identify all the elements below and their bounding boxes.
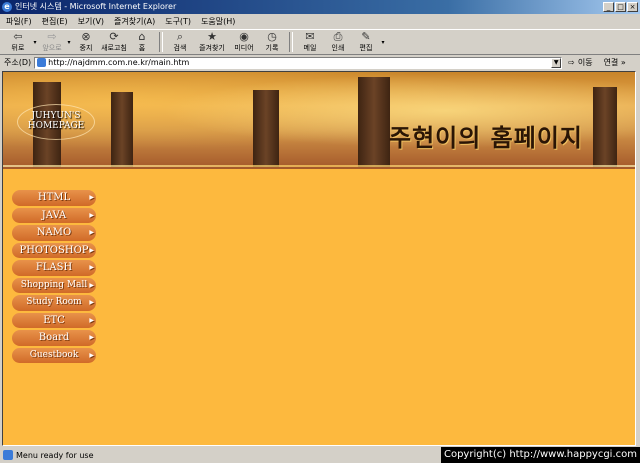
mail-button[interactable]: ✉ 메일 xyxy=(296,30,324,54)
nav-html[interactable]: HTML ▶ xyxy=(12,190,96,206)
edit-icon: ✎ xyxy=(361,30,371,43)
arrow-right-icon: ▶ xyxy=(89,334,94,341)
nav-namo[interactable]: NAMO ▶ xyxy=(12,225,96,241)
page-content: JUHYUN'S HOMEPAGE 주현이의 홈페이지 HTML ▶ JAVA ▶ … xyxy=(2,71,636,446)
maximize-button[interactable]: □ xyxy=(615,2,626,12)
address-input[interactable] xyxy=(48,57,549,68)
nav-java[interactable]: JAVA ▶ xyxy=(12,207,96,223)
address-box: ▼ xyxy=(34,56,563,69)
toolbar-divider xyxy=(159,32,163,52)
toolbar-divider xyxy=(289,32,293,52)
address-bar: 주소(D) ▼ ⇨ 이동 연결 » xyxy=(0,55,640,70)
menu-bar: 파일(F) 편집(E) 보기(V) 즐겨찾기(A) 도구(T) 도움말(H) xyxy=(0,14,640,28)
search-button[interactable]: ⌕ 검색 xyxy=(166,30,194,54)
nav-guestbook[interactable]: Guestbook ▶ xyxy=(12,347,96,363)
links-button[interactable]: 연결 » xyxy=(604,57,626,68)
forward-button[interactable]: ⇨ 앞으로 xyxy=(38,30,66,54)
menu-favorites[interactable]: 즐겨찾기(A) xyxy=(114,16,155,27)
nav-study-room[interactable]: Study Room ▶ xyxy=(12,295,96,311)
nav-menu: HTML ▶ JAVA ▶ NAMO ▶ PHOTOSHOP ▶ FLASH ▶ Shop… xyxy=(12,190,96,363)
arrow-right-icon: ▶ xyxy=(89,229,94,236)
menu-help[interactable]: 도움말(H) xyxy=(201,16,235,27)
menu-tools[interactable]: 도구(T) xyxy=(165,16,191,27)
forward-arrow-icon: ⇨ xyxy=(47,30,57,43)
edit-button[interactable]: ✎ 편집 xyxy=(352,30,380,54)
mail-icon: ✉ xyxy=(305,30,315,43)
refresh-button[interactable]: ⟳ 새로고침 xyxy=(100,30,128,54)
tree-trunk xyxy=(593,87,617,167)
arrow-right-icon: ▶ xyxy=(89,264,94,271)
favorites-button[interactable]: ★ 즐겨찾기 xyxy=(194,30,230,54)
nav-board[interactable]: Board ▶ xyxy=(12,330,96,346)
history-button[interactable]: ◷ 기록 xyxy=(258,30,286,54)
tree-trunk xyxy=(358,77,390,167)
status-text: Menu ready for use xyxy=(16,450,94,460)
toolbar: ⇦ 뒤로 ▾ ⇨ 앞으로 ▾ ⊗ 중지 ⟳ 새로고침 ⌂ 홈 ⌕ 검색 ★ 즐겨찾기 ◉ 미디어… xyxy=(0,29,640,55)
go-button[interactable]: 이동 xyxy=(578,57,593,68)
ie-logo-icon: e xyxy=(2,2,12,12)
address-dropdown-icon[interactable]: ▼ xyxy=(551,57,562,68)
favorites-icon: ★ xyxy=(207,30,217,43)
edit-dropdown-icon[interactable]: ▾ xyxy=(380,39,386,46)
media-button[interactable]: ◉ 미디어 xyxy=(230,30,258,54)
nav-photoshop[interactable]: PHOTOSHOP ▶ xyxy=(12,242,96,258)
stop-button[interactable]: ⊗ 중지 xyxy=(72,30,100,54)
media-icon: ◉ xyxy=(239,30,249,43)
arrow-right-icon: ▶ xyxy=(89,299,94,306)
menu-file[interactable]: 파일(F) xyxy=(6,16,32,27)
page-status-icon xyxy=(3,450,13,460)
print-icon: ⎙ xyxy=(333,30,343,43)
copyright-text: Copyright(c) http://www.happycgi.com xyxy=(440,447,640,463)
search-icon: ⌕ xyxy=(176,30,184,43)
arrow-right-icon: ▶ xyxy=(89,194,94,201)
window-title: 인터넷 시스템 - Microsoft Internet Explorer xyxy=(15,2,177,11)
arrow-right-icon: ▶ xyxy=(89,281,94,289)
menu-edit[interactable]: 편집(E) xyxy=(42,16,68,27)
arrow-right-icon: ▶ xyxy=(89,316,94,324)
back-arrow-icon: ⇦ xyxy=(13,30,23,43)
arrow-right-icon: ▶ xyxy=(89,211,94,219)
nav-shopping-mall[interactable]: Shopping Mall ▶ xyxy=(12,277,96,293)
arrow-right-icon: ▶ xyxy=(89,351,94,359)
home-icon: ⌂ xyxy=(138,30,146,43)
title-bar: e 인터넷 시스템 - Microsoft Internet Explorer … xyxy=(0,0,640,14)
back-button[interactable]: ⇦ 뒤로 xyxy=(4,30,32,54)
banner-image: JUHYUN'S HOMEPAGE 주현이의 홈페이지 xyxy=(3,72,635,169)
history-icon: ◷ xyxy=(267,30,277,43)
page-icon xyxy=(37,58,47,67)
tree-trunk xyxy=(253,90,279,167)
nav-flash[interactable]: FLASH ▶ xyxy=(12,260,96,276)
banner-title: 주현이의 홈페이지 xyxy=(389,123,583,152)
banner-divider xyxy=(3,165,635,167)
tree-trunk xyxy=(111,92,133,167)
print-button[interactable]: ⎙ 인쇄 xyxy=(324,30,352,54)
menu-view[interactable]: 보기(V) xyxy=(78,16,104,27)
stop-icon: ⊗ xyxy=(81,30,91,43)
address-label: 주소(D) xyxy=(4,58,32,67)
nav-etc[interactable]: ETC ▶ xyxy=(12,312,96,328)
refresh-icon: ⟳ xyxy=(109,30,119,43)
close-button[interactable]: × xyxy=(627,2,638,12)
go-arrow-icon[interactable]: ⇨ xyxy=(568,58,575,67)
arrow-right-icon: ▶ xyxy=(89,246,94,254)
banner-logo: JUHYUN'S HOMEPAGE xyxy=(17,104,95,140)
minimize-button[interactable]: _ xyxy=(603,2,614,12)
home-button[interactable]: ⌂ 홈 xyxy=(128,30,156,54)
